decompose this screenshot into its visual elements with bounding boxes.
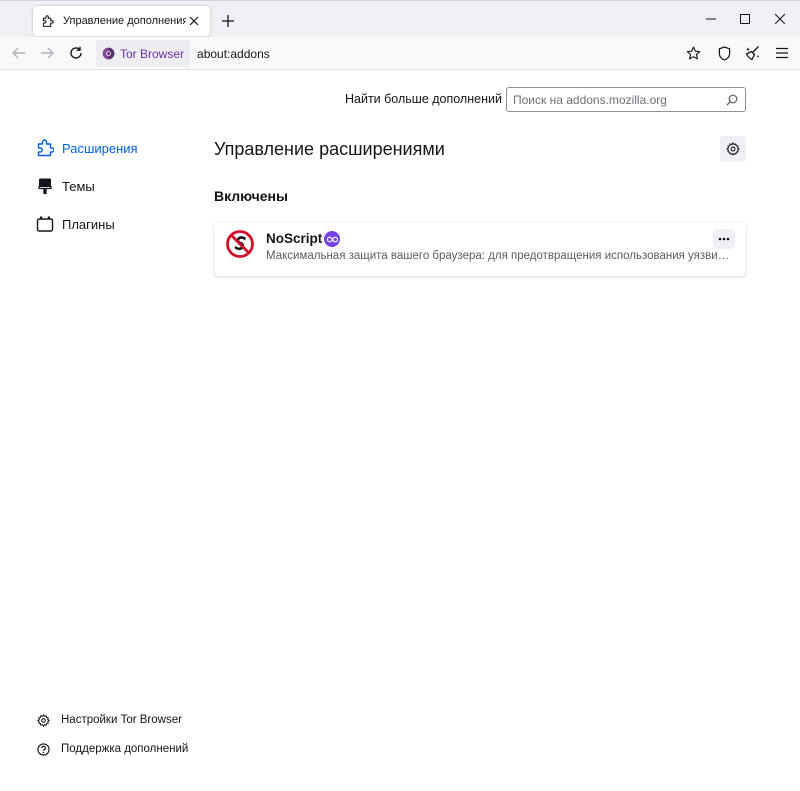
close-tab-icon[interactable] (186, 13, 202, 29)
help-icon (36, 742, 50, 756)
tab-title: Управление дополнениями (63, 15, 186, 27)
section-enabled-title: Включены (214, 188, 288, 204)
bookmark-star-icon[interactable] (684, 42, 702, 64)
page-title: Управление расширениями (214, 139, 445, 159)
addon-card-noscript[interactable]: NoScript Максимальная защита вашего брау… (214, 222, 746, 276)
close-window-button[interactable] (765, 6, 795, 32)
tor-onion-icon (102, 47, 115, 60)
sidebar-item-label: Темы (62, 178, 95, 194)
sidebar-footer-settings[interactable]: Настройки Tor Browser (36, 711, 182, 729)
puzzle-icon (36, 139, 54, 157)
sidebar-item-label: Расширения (62, 140, 138, 156)
sidebar-item-extensions[interactable]: Расширения (36, 136, 138, 160)
sidebar-item-plugins[interactable]: Плагины (36, 212, 115, 236)
reload-button[interactable] (63, 40, 89, 66)
find-more-label: Найти больше дополнений (345, 92, 502, 106)
noscript-logo-icon (226, 230, 254, 258)
addon-description: Максимальная защита вашего браузера: для… (266, 250, 736, 262)
sidebar-footer-label: Поддержка дополнений (61, 743, 189, 755)
gear-icon (36, 713, 50, 727)
identity-box[interactable]: Tor Browser (96, 40, 191, 67)
back-button[interactable] (6, 40, 32, 66)
url-text[interactable]: about:addons (197, 47, 270, 61)
forward-button[interactable] (34, 40, 60, 66)
addon-options-button[interactable] (713, 229, 735, 249)
sidebar-footer-support[interactable]: Поддержка дополнений (36, 740, 188, 758)
identity-label: Tor Browser (120, 46, 185, 61)
maximize-button[interactable] (730, 6, 760, 32)
nav-bar: Tor Browser about:addons (0, 37, 800, 70)
more-options-icon (718, 237, 730, 241)
url-bar[interactable]: Tor Browser about:addons (96, 40, 706, 67)
search-icon (725, 93, 739, 107)
search-box[interactable] (506, 87, 746, 112)
search-input[interactable] (513, 92, 725, 107)
gear-icon (726, 142, 740, 156)
sidebar-item-label: Плагины (62, 216, 115, 232)
sidebar-footer-label: Настройки Tor Browser (61, 714, 182, 726)
addon-name: NoScript (266, 231, 323, 246)
brush-icon (36, 177, 54, 195)
new-tab-button[interactable] (217, 10, 239, 32)
puzzle-icon (41, 14, 55, 28)
recommended-badge-icon (324, 231, 340, 247)
menu-icon[interactable] (769, 40, 795, 66)
shield-icon[interactable] (711, 40, 737, 66)
tab-strip: Управление дополнениями (0, 0, 800, 37)
minimize-button[interactable] (696, 6, 726, 32)
sidebar-item-themes[interactable]: Темы (36, 174, 95, 198)
tools-menu-button[interactable] (720, 136, 746, 162)
tab-addons[interactable]: Управление дополнениями (33, 6, 210, 36)
plugin-icon (36, 215, 54, 233)
new-identity-broom-icon[interactable] (740, 40, 766, 66)
